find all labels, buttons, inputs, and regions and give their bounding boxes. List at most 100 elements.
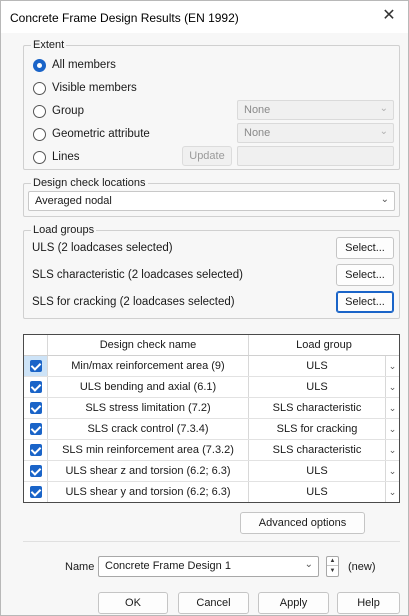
row-checkbox-cell[interactable] — [24, 398, 48, 418]
load-group-value: ULS — [306, 486, 328, 498]
chevron-down-icon[interactable]: ⌄ — [385, 398, 399, 418]
design-check-name[interactable]: ULS shear z and torsion (6.2; 6.3) — [48, 461, 249, 481]
radio-geometric-attribute-indicator[interactable] — [33, 127, 46, 141]
checkbox-checked-icon[interactable] — [30, 402, 42, 414]
lines-input[interactable] — [237, 146, 394, 166]
radio-visible-members[interactable]: Visible members — [33, 80, 137, 96]
chevron-down-icon: ⌄ — [379, 126, 388, 137]
chevron-down-icon: ⌄ — [379, 103, 388, 114]
geometric-attribute-select[interactable]: None ⌄ — [237, 123, 394, 143]
spinner-down-icon[interactable]: ▼ — [327, 567, 338, 576]
load-group-cell[interactable]: ULS ⌄ — [249, 482, 399, 502]
checkbox-checked-icon[interactable] — [30, 360, 42, 372]
radio-lines-indicator[interactable] — [33, 150, 46, 164]
load-group-cell[interactable]: ULS ⌄ — [249, 356, 399, 376]
name-label: Name — [65, 561, 95, 573]
design-check-name-header: Design check name — [48, 335, 249, 355]
radio-group[interactable]: Group — [33, 103, 84, 119]
chevron-down-icon[interactable]: ⌄ — [385, 377, 399, 397]
load-group-cell[interactable]: ULS ⌄ — [249, 377, 399, 397]
chevron-down-icon: ⌄ — [304, 559, 313, 570]
name-value: Concrete Frame Design 1 — [105, 560, 231, 572]
table-row[interactable]: SLS crack control (7.3.4) SLS for cracki… — [24, 419, 399, 440]
design-check-name[interactable]: SLS min reinforcement area (7.3.2) — [48, 440, 249, 460]
checkbox-checked-icon[interactable] — [30, 381, 42, 393]
load-group-value: ULS — [306, 381, 328, 393]
radio-all-members[interactable]: All members — [33, 57, 116, 73]
chevron-down-icon[interactable]: ⌄ — [385, 356, 399, 376]
radio-lines[interactable]: Lines — [33, 149, 80, 165]
design-check-name[interactable]: SLS crack control (7.3.4) — [48, 419, 249, 439]
design-check-locations-select[interactable]: Averaged nodal ⌄ — [28, 191, 395, 211]
row-checkbox-cell[interactable] — [24, 419, 48, 439]
group-select[interactable]: None ⌄ — [237, 100, 394, 120]
select-sls-cracking-button[interactable]: Select... — [336, 291, 394, 313]
table-row[interactable]: SLS stress limitation (7.2) SLS characte… — [24, 398, 399, 419]
table-row[interactable]: Min/max reinforcement area (9) ULS ⌄ — [24, 356, 399, 377]
select-uls-button[interactable]: Select... — [336, 237, 394, 259]
update-button[interactable]: Update — [182, 146, 232, 166]
design-check-name[interactable]: Min/max reinforcement area (9) — [48, 356, 249, 376]
close-icon[interactable]: ✕ — [380, 7, 398, 25]
design-check-name[interactable]: ULS shear y and torsion (6.2; 6.3) — [48, 482, 249, 502]
load-group-cell[interactable]: SLS characteristic ⌄ — [249, 440, 399, 460]
load-group-header: Load group — [296, 339, 352, 351]
name-status: (new) — [348, 561, 376, 573]
row-checkbox-cell[interactable] — [24, 482, 48, 502]
row-checkbox-cell[interactable] — [24, 461, 48, 481]
design-check-name[interactable]: SLS stress limitation (7.2) — [48, 398, 249, 418]
design-check-locations-label: Design check locations — [31, 177, 148, 189]
chevron-down-icon[interactable]: ⌄ — [385, 419, 399, 439]
radio-geometric-attribute-label: Geometric attribute — [52, 128, 150, 140]
divider — [23, 541, 400, 542]
row-checkbox-cell[interactable] — [24, 440, 48, 460]
chevron-down-icon[interactable]: ⌄ — [385, 461, 399, 481]
load-groups-group: Load groups ULS (2 loadcases selected) S… — [23, 224, 400, 319]
cancel-button[interactable]: Cancel — [178, 592, 249, 614]
select-sls-characteristic-button[interactable]: Select... — [336, 264, 394, 286]
checkbox-column-header — [24, 335, 48, 355]
radio-visible-members-label: Visible members — [52, 82, 137, 94]
window-title: Concrete Frame Design Results (EN 1992) — [10, 11, 239, 25]
row-checkbox-cell[interactable] — [24, 356, 48, 376]
group-select-value: None — [244, 104, 271, 116]
chevron-down-icon: ⌄ — [380, 194, 389, 205]
checkbox-checked-icon[interactable] — [30, 465, 42, 477]
table-row[interactable]: ULS shear z and torsion (6.2; 6.3) ULS ⌄ — [24, 461, 399, 482]
load-group-value: SLS characteristic — [272, 402, 362, 414]
load-group-value: ULS — [306, 360, 328, 372]
ok-button[interactable]: OK — [98, 592, 168, 614]
uls-load-group-label: ULS (2 loadcases selected) — [32, 242, 173, 254]
table-row[interactable]: ULS shear y and torsion (6.2; 6.3) ULS ⌄ — [24, 482, 399, 503]
checkbox-checked-icon[interactable] — [30, 423, 42, 435]
row-checkbox-cell[interactable] — [24, 377, 48, 397]
name-spinner[interactable]: ▲ ▼ — [326, 556, 339, 577]
table-row[interactable]: ULS bending and axial (6.1) ULS ⌄ — [24, 377, 399, 398]
radio-visible-members-indicator[interactable] — [33, 81, 46, 95]
title-bar[interactable]: Concrete Frame Design Results (EN 1992) … — [1, 1, 408, 33]
spinner-up-icon[interactable]: ▲ — [327, 557, 338, 566]
table-row[interactable]: SLS min reinforcement area (7.3.2) SLS c… — [24, 440, 399, 461]
radio-geometric-attribute[interactable]: Geometric attribute — [33, 126, 150, 142]
load-group-cell[interactable]: SLS for cracking ⌄ — [249, 419, 399, 439]
design-check-name[interactable]: ULS bending and axial (6.1) — [48, 377, 249, 397]
concrete-frame-design-dialog: Concrete Frame Design Results (EN 1992) … — [0, 0, 409, 616]
apply-button[interactable]: Apply — [258, 592, 329, 614]
radio-all-members-indicator[interactable] — [33, 58, 46, 72]
load-group-value: ULS — [306, 465, 328, 477]
table-header: Design check name Load group — [24, 335, 399, 356]
checkbox-checked-icon[interactable] — [30, 486, 42, 498]
load-group-cell[interactable]: SLS characteristic ⌄ — [249, 398, 399, 418]
checkbox-checked-icon[interactable] — [30, 444, 42, 456]
chevron-down-icon[interactable]: ⌄ — [385, 440, 399, 460]
extent-group-label: Extent — [31, 39, 67, 51]
load-group-cell[interactable]: ULS ⌄ — [249, 461, 399, 481]
name-combo[interactable]: Concrete Frame Design 1 ⌄ — [98, 556, 319, 577]
advanced-options-button[interactable]: Advanced options — [240, 512, 365, 534]
design-check-table: Design check name Load group Min/max rei… — [23, 334, 400, 503]
chevron-down-icon[interactable]: ⌄ — [385, 482, 399, 502]
load-group-value: SLS for cracking — [276, 423, 358, 435]
radio-group-indicator[interactable] — [33, 104, 46, 118]
help-button[interactable]: Help — [337, 592, 400, 614]
geometric-attribute-value: None — [244, 127, 271, 139]
